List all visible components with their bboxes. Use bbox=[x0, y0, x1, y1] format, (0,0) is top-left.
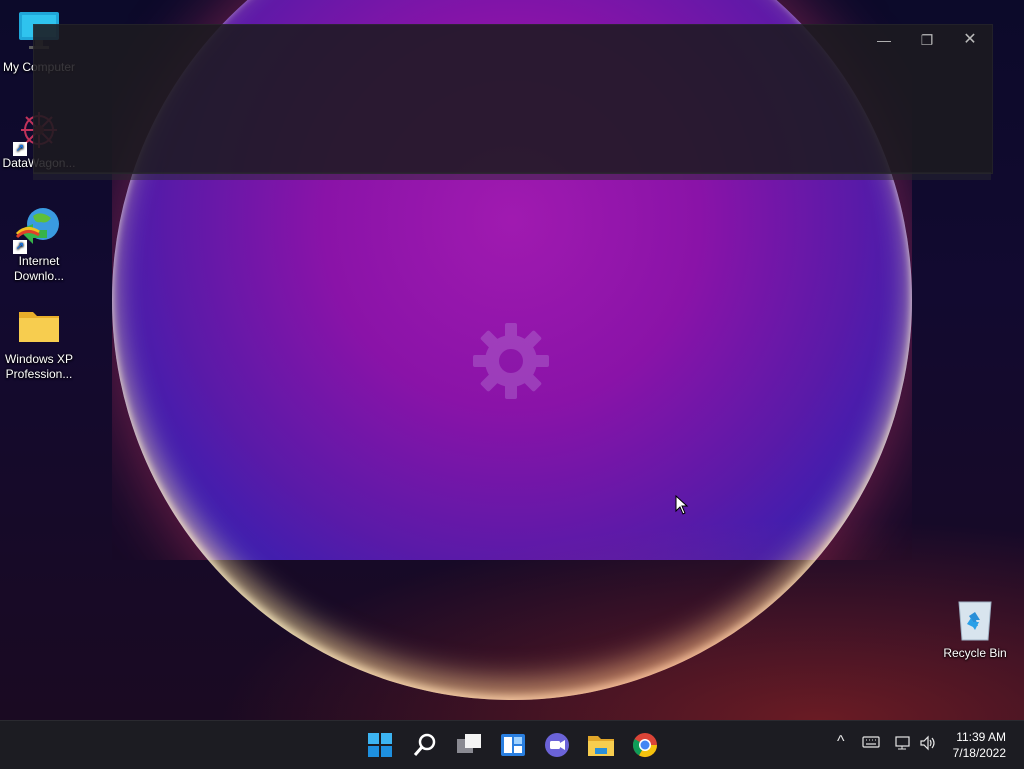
taskbar-clock[interactable]: 11:39 AM 7/18/2022 bbox=[953, 729, 1006, 761]
chrome-icon[interactable] bbox=[629, 729, 661, 761]
maximize-button[interactable]: ❐ bbox=[905, 25, 949, 55]
clock-date: 7/18/2022 bbox=[952, 746, 1006, 760]
mouse-cursor-icon bbox=[675, 494, 689, 520]
shortcut-arrow-icon: ↗ bbox=[13, 142, 27, 156]
desktop-icon-internet-download-manager[interactable]: ↗ Internet Downlo... bbox=[1, 204, 77, 284]
globe-download-icon: ↗ bbox=[13, 204, 63, 254]
keyboard-icon[interactable] bbox=[862, 735, 880, 752]
volume-icon[interactable] bbox=[919, 735, 937, 754]
desktop-icon-label-line2: Downlo... bbox=[13, 269, 65, 283]
desktop-icon-label-line1: Internet bbox=[18, 254, 60, 268]
show-hidden-icons-chevron-icon[interactable]: ^ bbox=[837, 733, 845, 751]
task-view-icon[interactable] bbox=[453, 729, 485, 761]
start-icon[interactable] bbox=[364, 729, 396, 761]
shortcut-arrow-icon: ↗ bbox=[13, 240, 27, 254]
network-icon[interactable] bbox=[894, 735, 912, 754]
folder-icon bbox=[15, 302, 63, 350]
wallpaper-glow bbox=[0, 460, 1024, 720]
window-shadow bbox=[33, 172, 991, 180]
gear-icon bbox=[471, 321, 551, 401]
widgets-icon[interactable] bbox=[497, 729, 529, 761]
clock-time: 11:39 AM bbox=[956, 730, 1006, 744]
file-explorer-icon[interactable] bbox=[585, 729, 617, 761]
taskbar: ^ 11:39 AM 7/18/2022 bbox=[0, 720, 1024, 769]
minimize-button[interactable]: — bbox=[862, 25, 906, 55]
desktop-icon-label: Recycle Bin bbox=[943, 646, 1007, 660]
desktop-icon-label-line2: Profession... bbox=[5, 367, 73, 381]
desktop-icon-recycle-bin[interactable]: Recycle Bin bbox=[937, 596, 1013, 661]
blank-window[interactable]: — ❐ ✕ bbox=[33, 24, 993, 174]
recycle-bin-icon bbox=[951, 596, 999, 644]
close-button[interactable]: ✕ bbox=[948, 25, 992, 55]
search-icon[interactable] bbox=[409, 729, 441, 761]
desktop-icon-windows-xp-folder[interactable]: Windows XP Profession... bbox=[1, 302, 77, 382]
desktop-icon-label-line1: Windows XP bbox=[4, 352, 74, 366]
teams-chat-icon[interactable] bbox=[541, 729, 573, 761]
